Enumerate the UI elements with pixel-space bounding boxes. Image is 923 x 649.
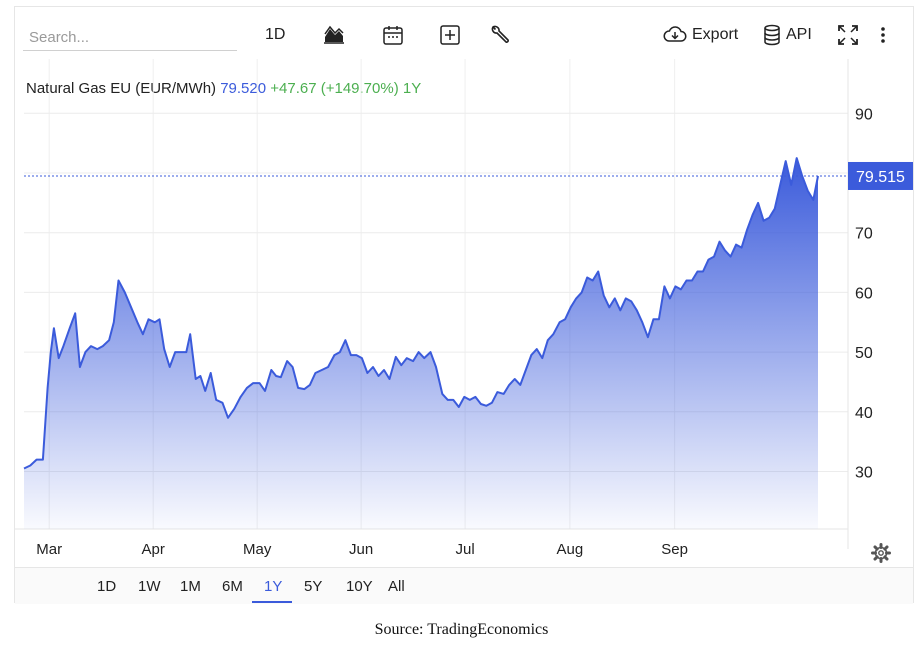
x-tick-label: Apr [142,541,165,558]
x-tick-label: Jul [456,541,475,558]
range-button-1m[interactable]: 1M [180,578,201,595]
y-tick-label: 50 [855,345,873,362]
y-tick-label: 30 [855,465,873,482]
range-button-all[interactable]: All [388,578,405,595]
x-tick-label: Jun [349,541,373,558]
chart-widget: 1D Export [14,6,914,604]
source-caption: Source: TradingEconomics [374,621,549,638]
y-tick-label: 90 [855,106,873,123]
settings-gear-icon[interactable] [871,543,891,563]
y-tick-label: 60 [855,285,873,302]
range-button-6m[interactable]: 6M [222,578,243,595]
range-button-1w[interactable]: 1W [138,578,161,595]
range-button-5y[interactable]: 5Y [304,578,322,595]
range-button-1d[interactable]: 1D [97,578,116,595]
x-tick-label: May [243,541,272,558]
active-range-underline [252,601,292,603]
x-tick-label: Sep [661,541,688,558]
last-value-label: 79.515 [856,169,905,186]
range-button-10y[interactable]: 10Y [346,578,373,595]
x-tick-label: Mar [36,541,62,558]
price-chart[interactable]: 79.515 30 40 50 60 70 90 Mar Apr May Jun Jul Aug Sep [15,7,913,567]
y-tick-label: 40 [855,405,873,422]
y-tick-label: 70 [855,226,873,243]
range-button-1y[interactable]: 1Y [264,578,282,595]
x-tick-label: Aug [557,541,584,558]
area-fill [24,158,818,529]
range-selector: 1D 1W 1M 6M 1Y 5Y 10Y All [15,567,913,604]
